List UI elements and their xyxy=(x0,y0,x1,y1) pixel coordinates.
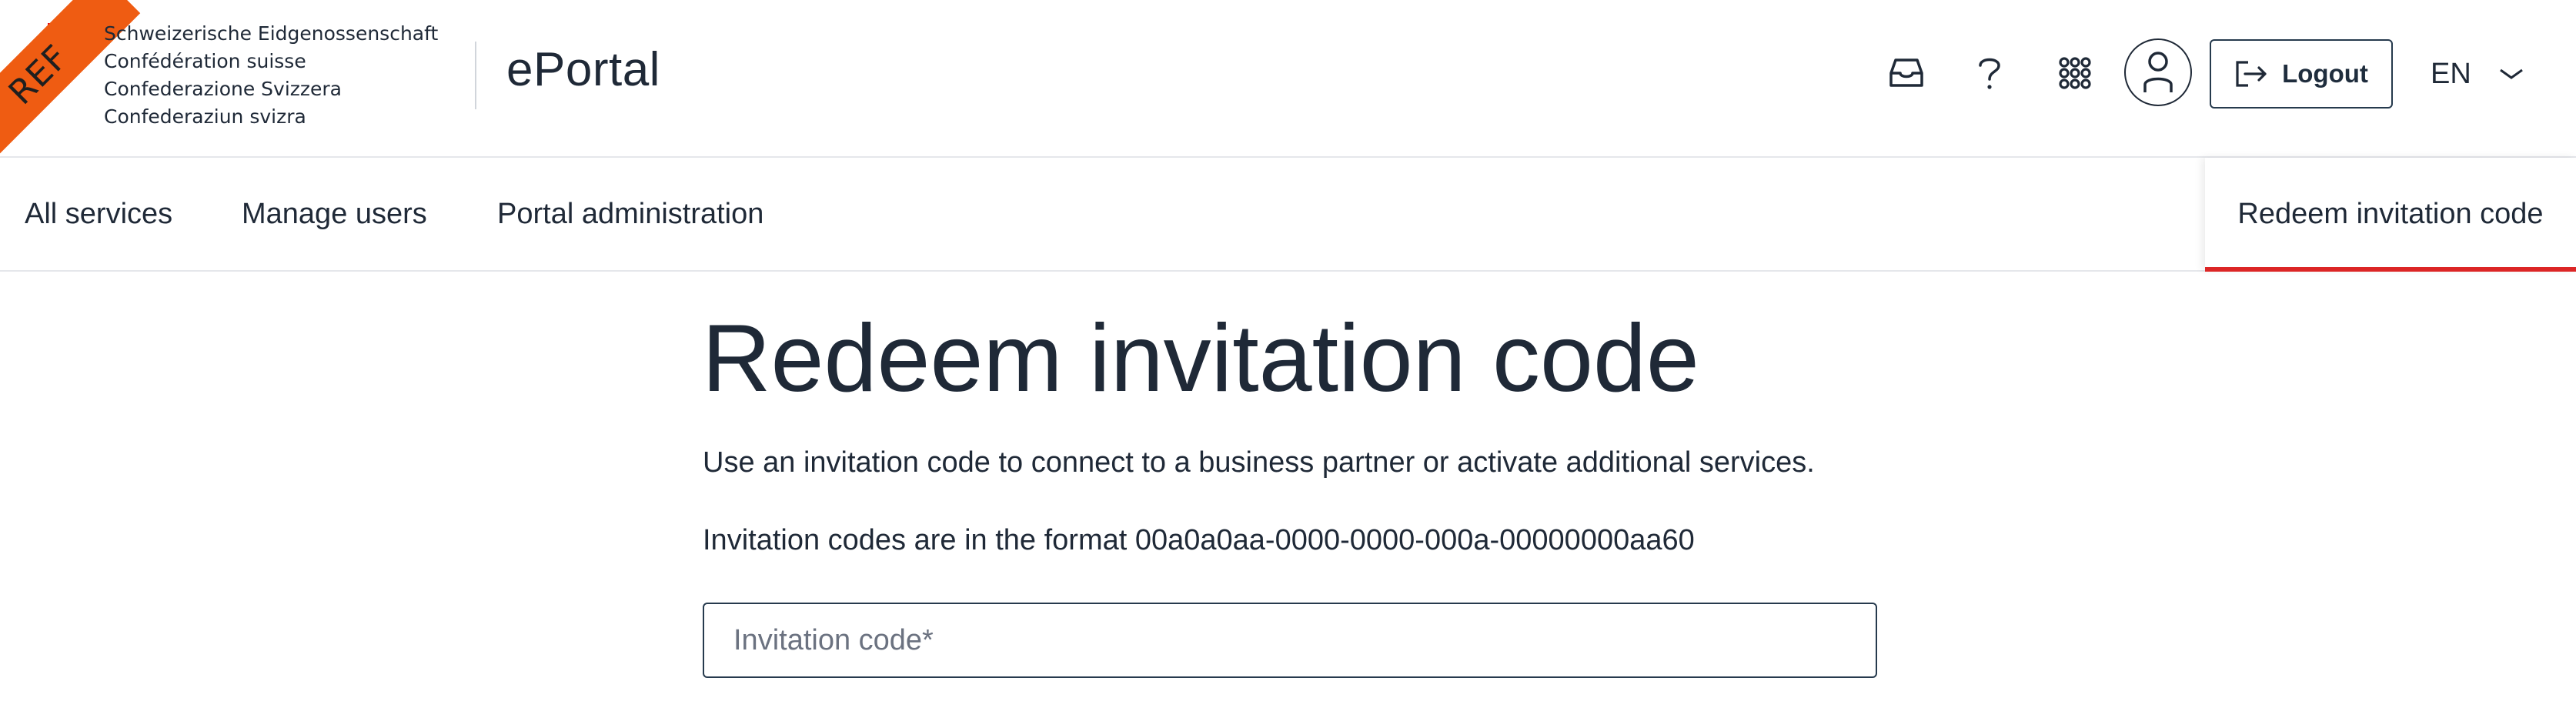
help-button[interactable] xyxy=(1956,36,2023,110)
language-selector[interactable]: EN xyxy=(2431,39,2524,109)
confed-line-fr: Confédération suisse xyxy=(104,50,306,72)
nav-item-portal-administration[interactable]: Portal administration xyxy=(497,158,763,270)
top-header: REF Schweizerische Eidgenossenschaft Con… xyxy=(0,0,2576,177)
user-menu-button[interactable] xyxy=(2124,38,2192,106)
page-title: Redeem invitation code xyxy=(702,306,1699,412)
confederation-logo-text: Schweizerische Eidgenossenschaft Confédé… xyxy=(104,20,438,131)
confed-line-it: Confederazione Svizzera xyxy=(104,78,342,100)
logout-label: Logout xyxy=(2282,59,2368,88)
user-icon xyxy=(2143,52,2173,92)
language-label: EN xyxy=(2431,57,2471,90)
nav-item-manage-users[interactable]: Manage users xyxy=(242,158,427,270)
chevron-down-icon xyxy=(2499,68,2523,79)
help-icon xyxy=(1979,58,2000,89)
apps-grid-icon xyxy=(2059,57,2091,89)
nav-item-all-services[interactable]: All services xyxy=(25,158,172,270)
confed-line-de: Schweizerische Eidgenossenschaft xyxy=(104,22,439,45)
logout-icon xyxy=(2236,61,2267,87)
format-hint: Invitation codes are in the format 00a0a… xyxy=(703,524,1695,556)
ribbon-label: REF xyxy=(1,37,76,112)
confed-line-rm: Confederaziun svizra xyxy=(104,105,306,128)
inbox-icon xyxy=(1889,58,1923,87)
inbox-button[interactable] xyxy=(1873,36,1940,110)
app-title: ePortal xyxy=(506,43,660,96)
main-navigation: All services Manage users Portal adminis… xyxy=(0,158,2576,272)
logout-button[interactable]: Logout xyxy=(2210,39,2393,109)
page-description: Use an invitation code to connect to a b… xyxy=(703,446,1815,479)
invitation-code-input[interactable] xyxy=(703,603,1877,678)
nav-item-redeem-invitation-code[interactable]: Redeem invitation code xyxy=(2205,158,2576,272)
header-divider xyxy=(475,42,476,109)
apps-button[interactable] xyxy=(2042,36,2108,110)
